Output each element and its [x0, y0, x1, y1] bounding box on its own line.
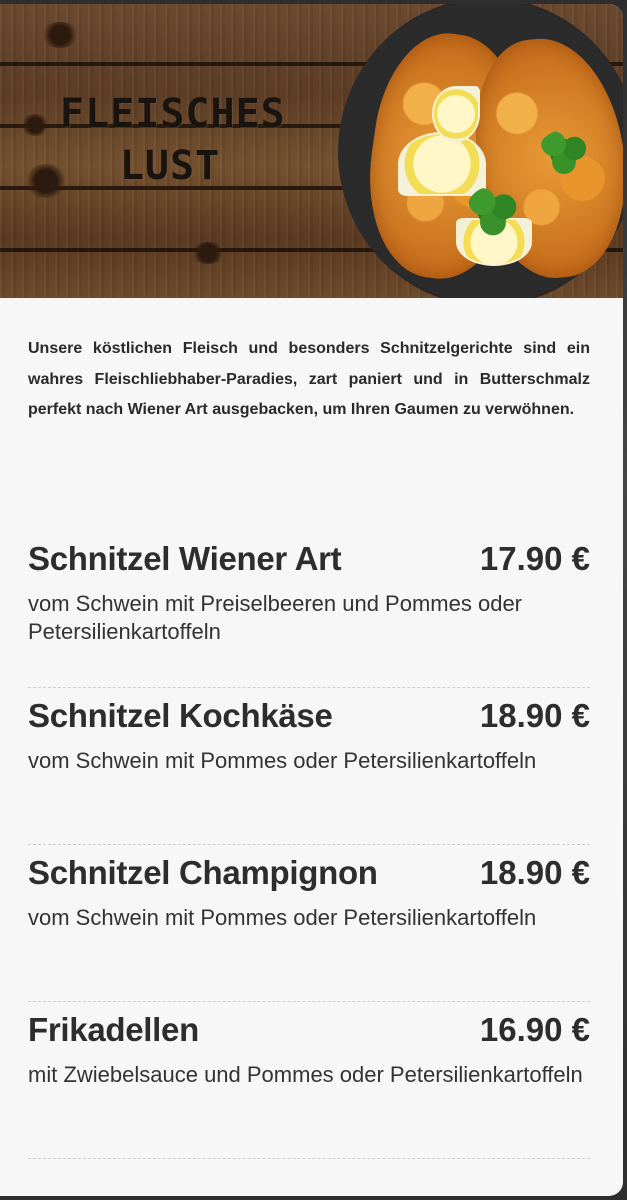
wood-knot	[20, 114, 50, 136]
wood-knot	[190, 242, 226, 264]
menu-card: FLEISCHES LUST Unsere köstlichen Fleisch…	[0, 4, 623, 1196]
lemon-slice-image	[398, 132, 486, 196]
item-description: vom Schwein mit Preiselbeeren und Pommes…	[28, 591, 523, 644]
hero-title: FLEISCHES LUST	[60, 88, 286, 192]
item-name: Schnitzel Wiener Art	[28, 540, 342, 577]
hero-title-line1: FLEISCHES	[60, 91, 286, 137]
intro-text: Unsere köstlichen Fleisch und besonders …	[28, 340, 590, 418]
item-price: 18.90 €	[479, 854, 590, 891]
hero-image: FLEISCHES LUST	[0, 4, 623, 298]
item-description: vom Schwein mit Pommes oder Petersilienk…	[28, 748, 537, 773]
parsley-image	[538, 130, 590, 176]
parsley-image	[466, 186, 520, 238]
item-name: Frikadellen	[28, 1011, 199, 1048]
menu-item: Frikadellen 16.90 € mit Zwiebelsauce und…	[28, 1003, 590, 1159]
lemon-slice-image	[432, 86, 480, 142]
item-price: 17.90 €	[479, 540, 590, 577]
wood-knot	[40, 22, 80, 48]
menu-item: Schnitzel Champignon 18.90 € vom Schwein…	[28, 846, 590, 1002]
menu-item: Schnitzel Kochkäse 18.90 € vom Schwein m…	[28, 689, 590, 845]
item-description: mit Zwiebelsauce und Pommes oder Petersi…	[28, 1062, 583, 1087]
menu-item: Schnitzel Wiener Art 17.90 € vom Schwein…	[28, 532, 590, 688]
page-frame: FLEISCHES LUST Unsere köstlichen Fleisch…	[0, 0, 627, 1200]
item-name: Schnitzel Champignon	[28, 854, 378, 891]
item-description: vom Schwein mit Pommes oder Petersilienk…	[28, 905, 537, 930]
item-name: Schnitzel Kochkäse	[28, 697, 333, 734]
menu-list: Schnitzel Wiener Art 17.90 € vom Schwein…	[28, 532, 590, 1159]
item-price: 16.90 €	[479, 1011, 590, 1048]
hero-title-line2: LUST	[119, 143, 221, 189]
item-price: 18.90 €	[479, 697, 590, 734]
